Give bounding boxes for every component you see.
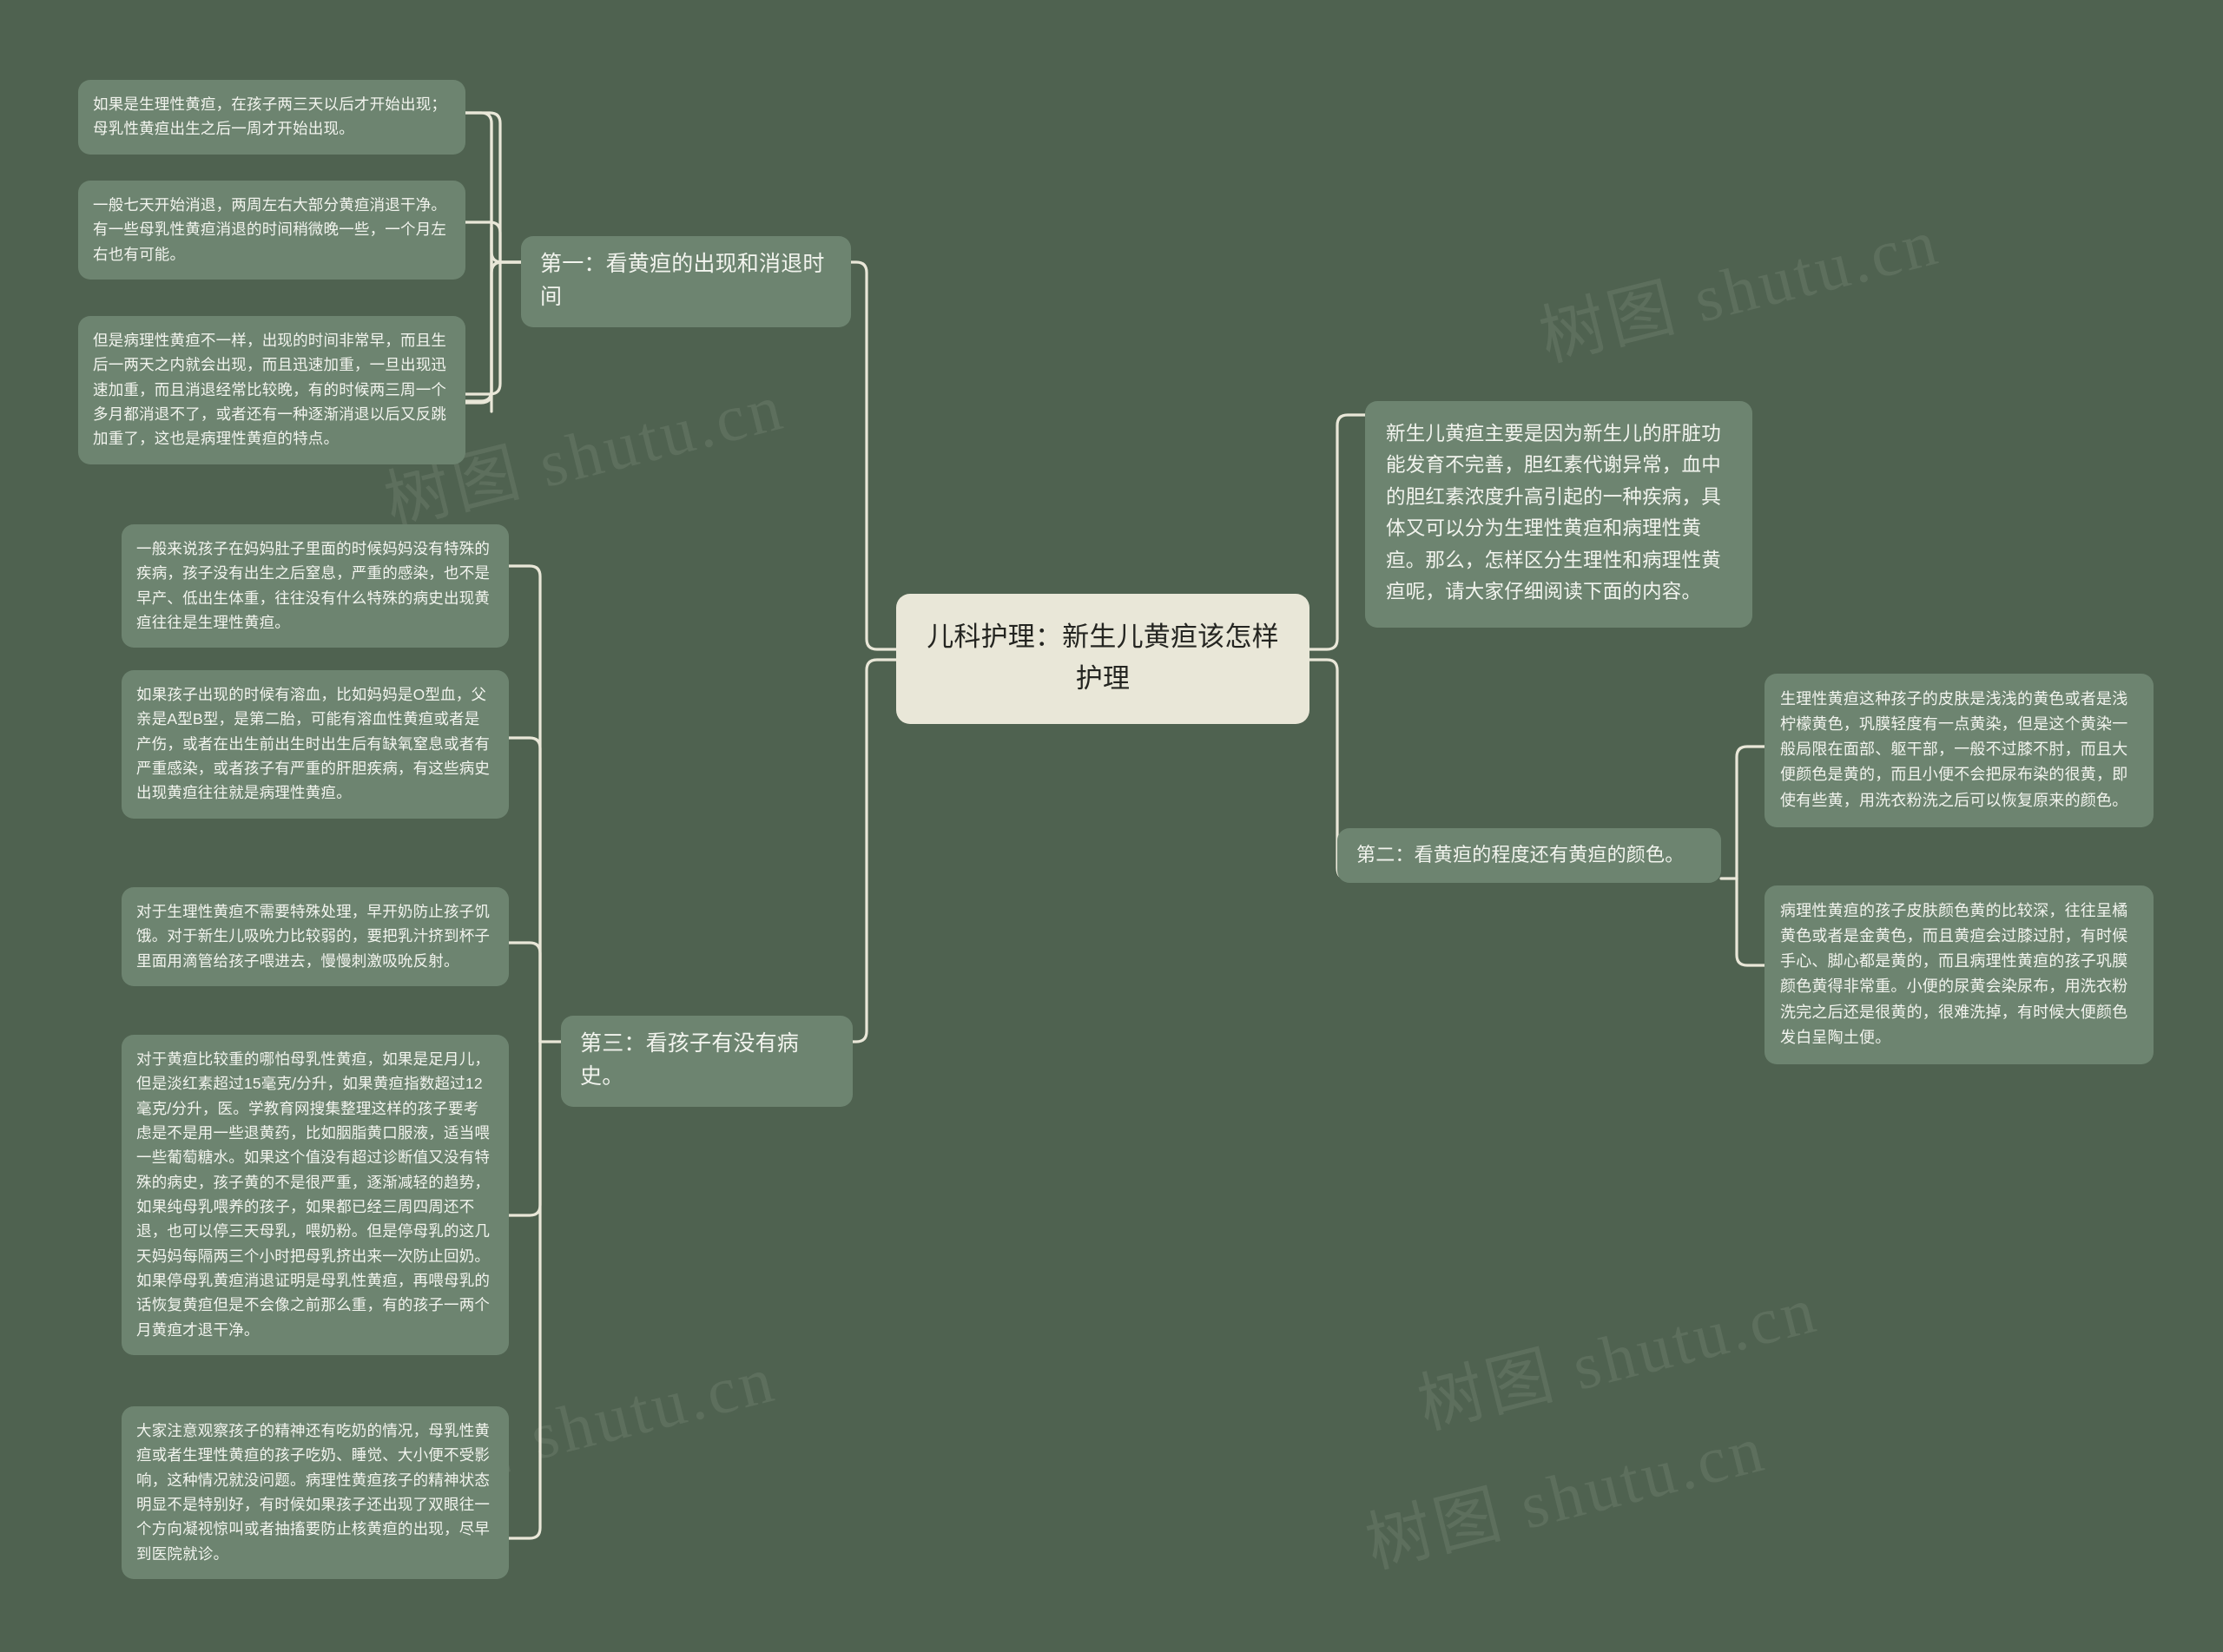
- leaf-node[interactable]: 一般来说孩子在妈妈肚子里面的时候妈妈没有特殊的疾病，孩子没有出生之后窒息，严重的…: [122, 524, 509, 648]
- branch-node-3[interactable]: 第三：看孩子有没有病史。: [561, 1016, 853, 1107]
- leaf-text: 生理性黄疸这种孩子的皮肤是浅浅的黄色或者是浅柠檬黄色，巩膜轻度有一点黄染，但是这…: [1780, 690, 2128, 809]
- leaf-node[interactable]: 生理性黄疸这种孩子的皮肤是浅浅的黄色或者是浅柠檬黄色，巩膜轻度有一点黄染，但是这…: [1765, 674, 2154, 827]
- branch-label: 第二：看黄疸的程度还有黄疸的颜色。: [1356, 844, 1685, 865]
- leaf-text: 但是病理性黄疸不一样，出现的时间非常早，而且生后一两天之内就会出现，而且迅速加重…: [93, 332, 447, 448]
- root-title: 儿科护理：新生儿黄疸该怎样护理: [927, 622, 1279, 694]
- leaf-node[interactable]: 但是病理性黄疸不一样，出现的时间非常早，而且生后一两天之内就会出现，而且迅速加重…: [78, 316, 465, 464]
- leaf-text: 对于黄疸比较重的哪怕母乳性黄疸，如果是足月儿，但是淡红素超过15毫克/分升，如果…: [136, 1050, 491, 1339]
- watermark: 树图 shutu.cn: [1359, 1412, 1773, 1582]
- leaf-node[interactable]: 大家注意观察孩子的精神还有吃奶的情况，母乳性黄疸或者生理性黄疸的孩子吃奶、睡觉、…: [122, 1406, 509, 1580]
- branch-node-1[interactable]: 第一：看黄疸的出现和消退时间: [521, 236, 851, 327]
- leaf-node[interactable]: 如果孩子出现的时候有溶血，比如妈妈是O型血，父亲是A型B型，是第二胎，可能有溶血…: [122, 670, 509, 819]
- leaf-text: 大家注意观察孩子的精神还有吃奶的情况，母乳性黄疸或者生理性黄疸的孩子吃奶、睡觉、…: [136, 1422, 491, 1563]
- leaf-text: 如果是生理性黄疸，在孩子两三天以后才开始出现；母乳性黄疸出生之后一周才开始出现。: [93, 95, 447, 138]
- intro-node[interactable]: 新生儿黄疸主要是因为新生儿的肝脏功能发育不完善，胆红素代谢异常，血中的胆红素浓度…: [1365, 401, 1752, 628]
- leaf-text: 如果孩子出现的时候有溶血，比如妈妈是O型血，父亲是A型B型，是第二胎，可能有溶血…: [136, 686, 491, 802]
- leaf-node[interactable]: 一般七天开始消退，两周左右大部分黄疸消退干净。有一些母乳性黄疸消退的时间稍微晚一…: [78, 181, 465, 280]
- leaf-text: 一般来说孩子在妈妈肚子里面的时候妈妈没有特殊的疾病，孩子没有出生之后窒息，严重的…: [136, 540, 491, 632]
- branch-label: 第一：看黄疸的出现和消退时间: [540, 252, 825, 309]
- branch-label: 第三：看孩子有没有病史。: [580, 1031, 800, 1089]
- leaf-node[interactable]: 如果是生理性黄疸，在孩子两三天以后才开始出现；母乳性黄疸出生之后一周才开始出现。: [78, 80, 465, 155]
- branch-node-2[interactable]: 第二：看黄疸的程度还有黄疸的颜色。: [1337, 828, 1721, 883]
- intro-text: 新生儿黄疸主要是因为新生儿的肝脏功能发育不完善，胆红素代谢异常，血中的胆红素浓度…: [1386, 423, 1721, 603]
- root-node[interactable]: 儿科护理：新生儿黄疸该怎样护理: [896, 594, 1309, 725]
- leaf-node[interactable]: 对于生理性黄疸不需要特殊处理，早开奶防止孩子饥饿。对于新生儿吸吮力比较弱的，要把…: [122, 887, 509, 987]
- leaf-text: 病理性黄疸的孩子皮肤颜色黄的比较深，往往呈橘黄色或者是金黄色，而且黄疸会过膝过肘…: [1780, 902, 2128, 1046]
- watermark: 树图 shutu.cn: [1411, 1273, 1825, 1443]
- mindmap-canvas: 树图 shutu.cn 树图 shutu.cn 树图 shutu.cn 树图 s…: [0, 0, 2223, 1652]
- leaf-text: 一般七天开始消退，两周左右大部分黄疸消退干净。有一些母乳性黄疸消退的时间稍微晚一…: [93, 196, 447, 263]
- leaf-node[interactable]: 对于黄疸比较重的哪怕母乳性黄疸，如果是足月儿，但是淡红素超过15毫克/分升，如果…: [122, 1035, 509, 1356]
- leaf-node[interactable]: 病理性黄疸的孩子皮肤颜色黄的比较深，往往呈橘黄色或者是金黄色，而且黄疸会过膝过肘…: [1765, 885, 2154, 1064]
- watermark: 树图 shutu.cn: [1533, 205, 1947, 375]
- leaf-text: 对于生理性黄疸不需要特殊处理，早开奶防止孩子饥饿。对于新生儿吸吮力比较弱的，要把…: [136, 903, 491, 970]
